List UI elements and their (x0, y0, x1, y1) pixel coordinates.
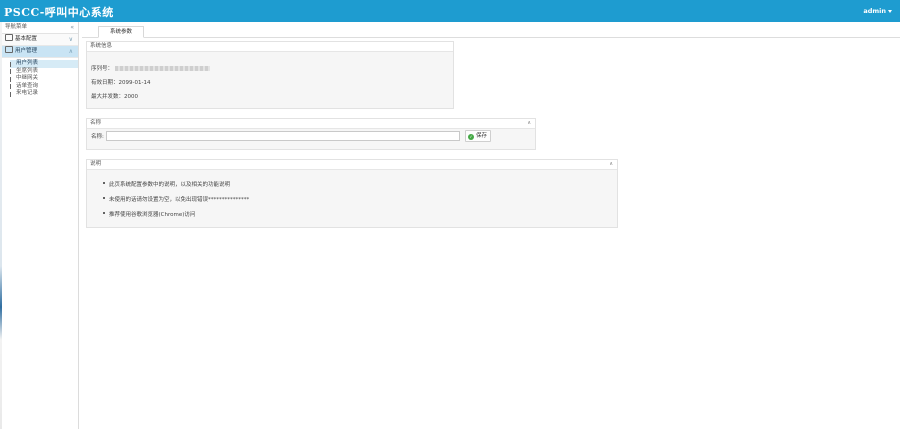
item-bullet-icon (10, 69, 11, 74)
sidebar-item-list: 用户列表 坐席列表 中继网关 话单查询 来电记录 (2, 58, 78, 98)
check-icon: ✓ (468, 134, 474, 140)
serial-label: 序列号： (91, 66, 114, 72)
sidebar-group-label: 用户管理 (15, 48, 38, 54)
sidebar-item-agent-list[interactable]: 坐席列表 (10, 68, 78, 76)
collapse-toggle-icon[interactable]: ∧ (609, 160, 613, 169)
sidebar-item-trunk-gateway[interactable]: 中继网关 (10, 75, 78, 83)
app-title: PSCC-呼叫中心系统 (4, 6, 114, 19)
sidebar-item-cdr-query[interactable]: 话单查询 (10, 83, 78, 91)
tab-bar: 系统参数 (82, 23, 900, 38)
user-menu[interactable]: admin (863, 7, 892, 15)
panel-title: 名称 (90, 120, 102, 126)
list-item: 推荐使用谷歌浏览器(Chrome)访问 (103, 210, 249, 225)
notes-list: 此页系统配置参数中的说明，以及相关的功能说明 未使用的话请勿设置为空，以免出现错… (103, 180, 249, 225)
collapse-toggle-icon[interactable]: ∧ (527, 119, 531, 128)
sidebar-group-user-management[interactable]: 用户管理 ∧ (2, 46, 78, 58)
sidebar-item-label: 来电记录 (16, 90, 39, 96)
sidebar-header: 导航菜单 « (2, 22, 78, 34)
system-info-panel: 系统信息 序列号： 有效日期：2099-01-14 最大并发数：2000 (86, 41, 454, 109)
item-bullet-icon (10, 84, 11, 89)
sidebar-item-label: 话单查询 (16, 82, 39, 89)
caret-down-icon[interactable] (888, 9, 892, 13)
max-concurrency: 最大并发数：2000 (91, 94, 138, 100)
sidebar-item-label: 坐席列表 (16, 67, 39, 74)
sidebar-item-label: 用户列表 (16, 60, 39, 66)
item-bullet-icon (10, 91, 11, 97)
item-bullet-icon (10, 76, 11, 82)
username[interactable]: admin (863, 7, 886, 15)
panel-title: 说明 (90, 161, 102, 167)
notes-panel: 说明 ∧ 此页系统配置参数中的说明，以及相关的功能说明 未使用的话请勿设置为空，… (86, 159, 618, 228)
save-button[interactable]: ✓ 保存 (465, 130, 491, 142)
save-button-label: 保存 (476, 133, 488, 139)
sidebar-item-user-list[interactable]: 用户列表 (10, 60, 78, 68)
name-panel: 名称 ∧ 名称: ✓ 保存 (86, 118, 536, 150)
item-bullet-icon (10, 61, 11, 67)
sidebar-item-label: 中继网关 (16, 75, 39, 81)
chevron-down-icon[interactable]: ∨ (69, 34, 73, 45)
serial-number-row: 序列号： (91, 64, 211, 72)
app-header: PSCC-呼叫中心系统 admin (0, 0, 900, 22)
list-item: 此页系统配置参数中的说明，以及相关的功能说明 (103, 180, 249, 195)
name-input[interactable] (106, 131, 460, 141)
list-item: 未使用的话请勿设置为空，以免出现错误*************** (103, 195, 249, 210)
name-form: 名称: ✓ 保存 (87, 128, 535, 149)
expiry-date: 有效日期：2099-01-14 (91, 80, 151, 86)
home-icon (5, 34, 13, 41)
sidebar-group-basic-config[interactable]: 基本配置 ∨ (2, 34, 78, 46)
serial-number-redacted (115, 66, 211, 71)
panel-title: 系统信息 (87, 42, 453, 52)
chevron-up-icon[interactable]: ∧ (69, 46, 73, 57)
sidebar-group-label: 基本配置 (15, 36, 38, 42)
sidebar-title: 导航菜单 (5, 24, 28, 30)
sidebar: 导航菜单 « 基本配置 ∨ 用户管理 ∧ 用户列表 坐席列表 中继网关 话单查询… (2, 22, 79, 429)
panel-header: 说明 ∧ (87, 160, 617, 170)
tab-system-params[interactable]: 系统参数 (98, 26, 144, 38)
collapse-sidebar-icon[interactable]: « (70, 22, 74, 33)
users-icon (5, 46, 13, 53)
sidebar-item-incoming-records[interactable]: 来电记录 (10, 90, 78, 98)
name-field-label: 名称: (91, 134, 104, 140)
